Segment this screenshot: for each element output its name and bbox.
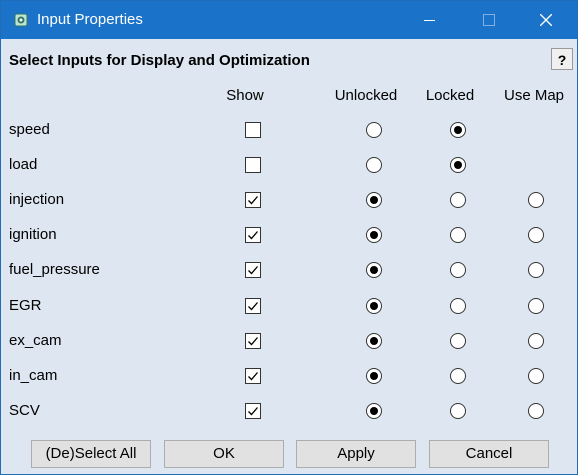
unlocked-radio[interactable]	[366, 262, 382, 278]
locked-radio[interactable]	[450, 333, 466, 349]
maximize-button	[465, 1, 511, 39]
locked-radio[interactable]	[450, 368, 466, 384]
radio-selected-dot	[370, 196, 378, 204]
locked-radio[interactable]	[450, 227, 466, 243]
minimize-icon	[424, 20, 435, 21]
input-label: in_cam	[9, 367, 58, 384]
locked-radio[interactable]	[450, 122, 466, 138]
input-label: speed	[9, 121, 50, 138]
use-map-radio[interactable]	[528, 333, 544, 349]
maximize-icon	[483, 14, 495, 26]
unlocked-radio[interactable]	[366, 333, 382, 349]
apply-button[interactable]: Apply	[296, 440, 416, 468]
radio-selected-dot	[370, 407, 378, 415]
show-checkbox[interactable]	[245, 227, 261, 243]
input-label: ex_cam	[9, 332, 62, 349]
show-checkbox[interactable]	[245, 122, 261, 138]
radio-selected-dot	[370, 266, 378, 274]
column-header-unlocked: Unlocked	[334, 87, 398, 104]
show-checkbox[interactable]	[245, 368, 261, 384]
close-icon	[540, 14, 552, 26]
ok-button[interactable]: OK	[164, 440, 284, 468]
unlocked-radio[interactable]	[366, 368, 382, 384]
radio-selected-dot	[370, 231, 378, 239]
checkmark-icon	[248, 372, 258, 381]
unlocked-radio[interactable]	[366, 192, 382, 208]
locked-radio[interactable]	[450, 298, 466, 314]
unlocked-radio[interactable]	[366, 298, 382, 314]
locked-radio[interactable]	[450, 192, 466, 208]
minimize-button[interactable]	[407, 1, 453, 39]
input-label: EGR	[9, 297, 42, 314]
unlocked-radio[interactable]	[366, 122, 382, 138]
show-checkbox[interactable]	[245, 192, 261, 208]
locked-radio[interactable]	[450, 403, 466, 419]
use-map-radio[interactable]	[528, 368, 544, 384]
app-icon	[14, 13, 28, 27]
unlocked-radio[interactable]	[366, 403, 382, 419]
help-button[interactable]: ?	[551, 48, 573, 70]
use-map-radio[interactable]	[528, 192, 544, 208]
cancel-button[interactable]: Cancel	[429, 440, 549, 468]
radio-selected-dot	[370, 337, 378, 345]
use-map-radio[interactable]	[528, 227, 544, 243]
input-label: ignition	[9, 226, 57, 243]
show-checkbox[interactable]	[245, 298, 261, 314]
radio-selected-dot	[370, 302, 378, 310]
locked-radio[interactable]	[450, 262, 466, 278]
input-label: SCV	[9, 402, 40, 419]
column-header-locked: Locked	[425, 87, 475, 104]
column-header-show: Show	[226, 87, 264, 104]
show-checkbox[interactable]	[245, 333, 261, 349]
use-map-radio[interactable]	[528, 262, 544, 278]
input-label: fuel_pressure	[9, 261, 100, 278]
title-bar[interactable]: Input Properties	[1, 1, 577, 39]
window-title: Input Properties	[37, 11, 143, 28]
unlocked-radio[interactable]	[366, 227, 382, 243]
use-map-radio[interactable]	[528, 403, 544, 419]
radio-selected-dot	[454, 161, 462, 169]
checkmark-icon	[248, 407, 258, 416]
unlocked-radio[interactable]	[366, 157, 382, 173]
use-map-radio[interactable]	[528, 298, 544, 314]
dialog-heading: Select Inputs for Display and Optimizati…	[9, 52, 310, 69]
select-all-button[interactable]: (De)Select All	[31, 440, 151, 468]
checkmark-icon	[248, 302, 258, 311]
locked-radio[interactable]	[450, 157, 466, 173]
checkmark-icon	[248, 231, 258, 240]
radio-selected-dot	[370, 372, 378, 380]
show-checkbox[interactable]	[245, 262, 261, 278]
checkmark-icon	[248, 337, 258, 346]
input-properties-dialog: Input Properties Select Inputs for Displ…	[0, 0, 578, 475]
checkmark-icon	[248, 196, 258, 205]
show-checkbox[interactable]	[245, 157, 261, 173]
column-header-use-map: Use Map	[503, 87, 565, 104]
checkmark-icon	[248, 266, 258, 275]
show-checkbox[interactable]	[245, 403, 261, 419]
input-label: load	[9, 156, 38, 173]
input-label: injection	[9, 191, 65, 208]
radio-selected-dot	[454, 126, 462, 134]
close-button[interactable]	[523, 1, 569, 39]
